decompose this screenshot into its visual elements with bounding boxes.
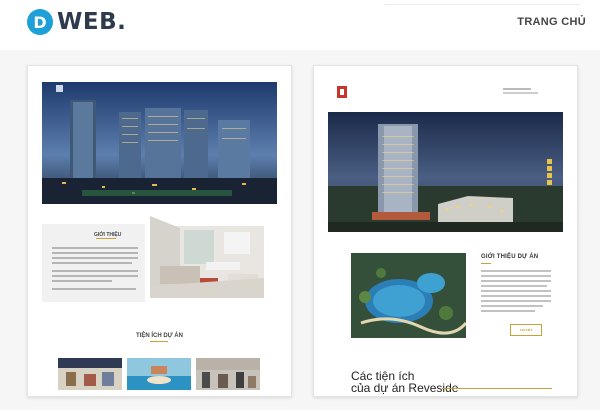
amenity-thumbnail [58,358,122,390]
project-2-contact-line [503,92,538,94]
logo-badge: D [27,9,53,35]
site-header: D WEB. TRANG CHỦ [0,0,600,50]
amenity-thumbnail [196,358,260,390]
text-line [52,275,138,277]
project-1-amenities-divider [150,341,168,342]
text-line [52,262,132,264]
text-line [52,288,136,290]
project-2-aerial-image [351,253,466,338]
project-2-heading-underline [442,388,552,389]
portfolio-card-2[interactable]: GIỚI THIỆU DỰ ÁN CHI TIẾT Các tiện ích c… [313,65,578,397]
project-2-logo-icon [337,86,347,98]
text-line [52,280,112,282]
header-divider [385,4,580,5]
text-line [52,257,138,259]
project-1-logo-icon [56,84,63,92]
side-tool-icon[interactable] [547,159,552,164]
project-2-intro-title: GIỚI THIỆU DỰ ÁN [481,254,539,260]
project-2-amenities-heading: Các tiện ích của dự án Reveside [351,370,458,394]
text-line [481,290,551,292]
side-tool-icon[interactable] [547,173,552,178]
text-line [481,270,551,272]
logo-text: WEB. [57,9,127,35]
project-2-hero-image [328,112,563,232]
side-tool-icon[interactable] [547,180,552,185]
text-line [52,247,138,249]
project-2-navbar [328,86,563,100]
project-1-amenities-title: TIỆN ÍCH DỰ ÁN [136,333,183,339]
text-line [52,270,138,272]
portfolio-card-1[interactable]: GIỚI THIỆU TIỆN ÍCH DỰ ÁN [27,65,292,397]
project-1-interior-image [150,216,264,298]
project-1-about-divider [96,238,116,239]
side-tool-icon[interactable] [547,166,552,171]
text-line [481,300,551,302]
text-line [481,295,551,297]
text-line [481,280,551,282]
text-line [52,252,138,254]
project-2-intro-divider [481,263,491,264]
project-2-side-tools[interactable] [547,159,553,187]
project-2-contact-line [503,88,531,90]
nav-home-link[interactable]: TRANG CHỦ [517,16,586,28]
text-line [481,275,551,277]
site-logo[interactable]: D WEB. [27,9,126,35]
text-line [481,305,543,307]
project-1-navbar [42,82,277,94]
text-line [481,310,535,312]
project-1-hero-image [42,82,277,204]
text-line [481,285,547,287]
project-2-detail-button[interactable]: CHI TIẾT [510,324,542,336]
portfolio-gallery: GIỚI THIỆU TIỆN ÍCH DỰ ÁN GIỚI THIỆU DỰ … [0,50,600,410]
amenity-thumbnail [127,358,191,390]
